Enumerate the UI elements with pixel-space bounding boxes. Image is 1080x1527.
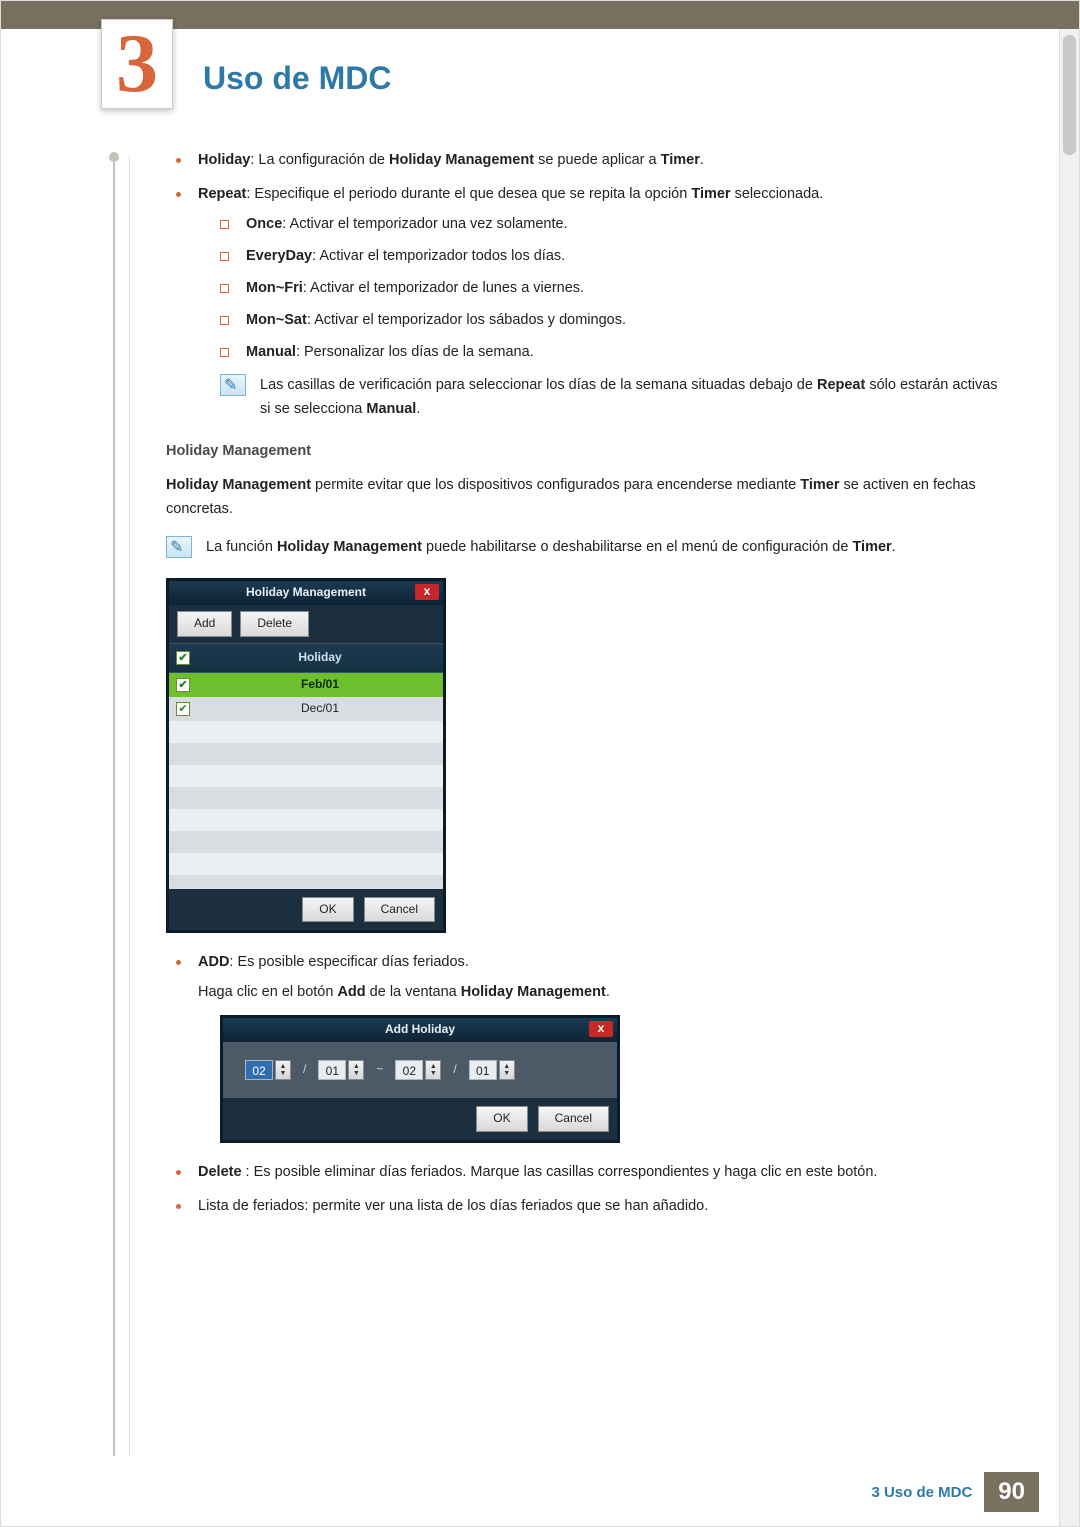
row-checkbox[interactable]: ✔ xyxy=(176,702,190,716)
delete-button[interactable]: Delete xyxy=(240,611,309,637)
table-row[interactable]: ✔ Feb/01 xyxy=(169,673,443,697)
list-item: Repeat: Especifique el periodo durante e… xyxy=(176,183,999,422)
footer-chapter-label: 3 Uso de MDC xyxy=(871,1484,972,1501)
table-body: ✔ Feb/01 ✔ Dec/01 xyxy=(169,673,443,889)
paragraph: Holiday Management permite evitar que lo… xyxy=(166,474,999,522)
add-holiday-window: Add Holiday x 02▲▼ / 01▲▼ ~ 02▲▼ / 01▲▼ … xyxy=(220,1015,620,1143)
document-page: 3 Uso de MDC Holiday: La configuración d… xyxy=(0,0,1080,1527)
close-icon[interactable]: x xyxy=(589,1021,613,1037)
chapter-title: Uso de MDC xyxy=(203,60,391,97)
chapter-badge: 3 xyxy=(101,19,173,109)
month-end-spinner[interactable]: 02▲▼ xyxy=(395,1060,441,1080)
ok-button[interactable]: OK xyxy=(476,1106,527,1132)
day-end-spinner[interactable]: 01▲▼ xyxy=(469,1060,515,1080)
list-item: Holiday: La configuración de Holiday Man… xyxy=(176,149,999,173)
day-start-spinner[interactable]: 01▲▼ xyxy=(318,1060,364,1080)
label: Repeat xyxy=(198,186,246,202)
list-item: Mon~Fri: Activar el temporizador de lune… xyxy=(220,277,999,301)
row-checkbox[interactable]: ✔ xyxy=(176,678,190,692)
note: La función Holiday Management puede habi… xyxy=(166,536,999,560)
page-footer: 3 Uso de MDC 90 xyxy=(871,1472,1039,1512)
add-button[interactable]: Add xyxy=(177,611,232,637)
heading-holiday-management: Holiday Management xyxy=(166,440,999,464)
window-titlebar: Add Holiday x xyxy=(223,1018,617,1042)
window-footer: OK Cancel xyxy=(223,1098,617,1140)
date-range-row: 02▲▼ / 01▲▼ ~ 02▲▼ / 01▲▼ xyxy=(223,1042,617,1098)
note-icon xyxy=(166,536,192,558)
window-titlebar: Holiday Management x xyxy=(169,581,443,605)
table-header: ✔ Holiday xyxy=(169,643,443,673)
scrollbar-thumb[interactable] xyxy=(1063,35,1076,155)
spinner-arrows-icon[interactable]: ▲▼ xyxy=(348,1060,364,1080)
spinner-arrows-icon[interactable]: ▲▼ xyxy=(425,1060,441,1080)
close-icon[interactable]: x xyxy=(415,584,439,600)
list-item: EveryDay: Activar el temporizador todos … xyxy=(220,245,999,269)
note-text: Las casillas de verificación para selecc… xyxy=(260,374,999,422)
spinner-arrows-icon[interactable]: ▲▼ xyxy=(499,1060,515,1080)
table-row[interactable]: ✔ Dec/01 xyxy=(169,697,443,721)
content-area: Holiday: La configuración de Holiday Man… xyxy=(176,149,999,1219)
chapter-header: 3 Uso de MDC xyxy=(1,29,1079,149)
list-item: Manual: Personalizar los días de la sema… xyxy=(220,341,999,365)
list-item: Lista de feriados: permite ver una lista… xyxy=(176,1195,999,1219)
checkbox-header[interactable]: ✔ xyxy=(169,644,197,672)
cancel-button[interactable]: Cancel xyxy=(538,1106,609,1132)
label: Delete xyxy=(198,1164,242,1180)
month-start-spinner[interactable]: 02▲▼ xyxy=(245,1060,291,1080)
scrollbar[interactable] xyxy=(1059,29,1079,1526)
list-item: Delete : Es posible eliminar días feriad… xyxy=(176,1161,999,1185)
label: Holiday xyxy=(198,152,250,168)
column-header: Holiday xyxy=(197,644,443,672)
window-title: Holiday Management xyxy=(246,583,366,603)
note-text: La función Holiday Management puede habi… xyxy=(206,536,999,560)
page-number: 90 xyxy=(984,1472,1039,1512)
label: ADD xyxy=(198,954,229,970)
list-item: Once: Activar el temporizador una vez so… xyxy=(220,213,999,237)
side-rule-inner xyxy=(129,156,130,1456)
spinner-arrows-icon[interactable]: ▲▼ xyxy=(275,1060,291,1080)
holiday-management-window: Holiday Management x Add Delete ✔ Holida… xyxy=(166,578,446,933)
list-item: ADD: Es posible especificar días feriado… xyxy=(176,951,999,1143)
window-footer: OK Cancel xyxy=(169,889,443,931)
empty-rows xyxy=(169,721,443,889)
ok-button[interactable]: OK xyxy=(302,897,353,923)
list-item: Mon~Sat: Activar el temporizador los sáb… xyxy=(220,309,999,333)
window-title: Add Holiday xyxy=(385,1020,455,1040)
note: Las casillas de verificación para selecc… xyxy=(220,374,999,422)
note-icon xyxy=(220,374,246,396)
side-rule xyxy=(113,156,115,1456)
cancel-button[interactable]: Cancel xyxy=(364,897,435,923)
chapter-number: 3 xyxy=(116,22,158,106)
cell: Dec/01 xyxy=(197,695,443,723)
window-toolbar: Add Delete xyxy=(169,605,443,643)
